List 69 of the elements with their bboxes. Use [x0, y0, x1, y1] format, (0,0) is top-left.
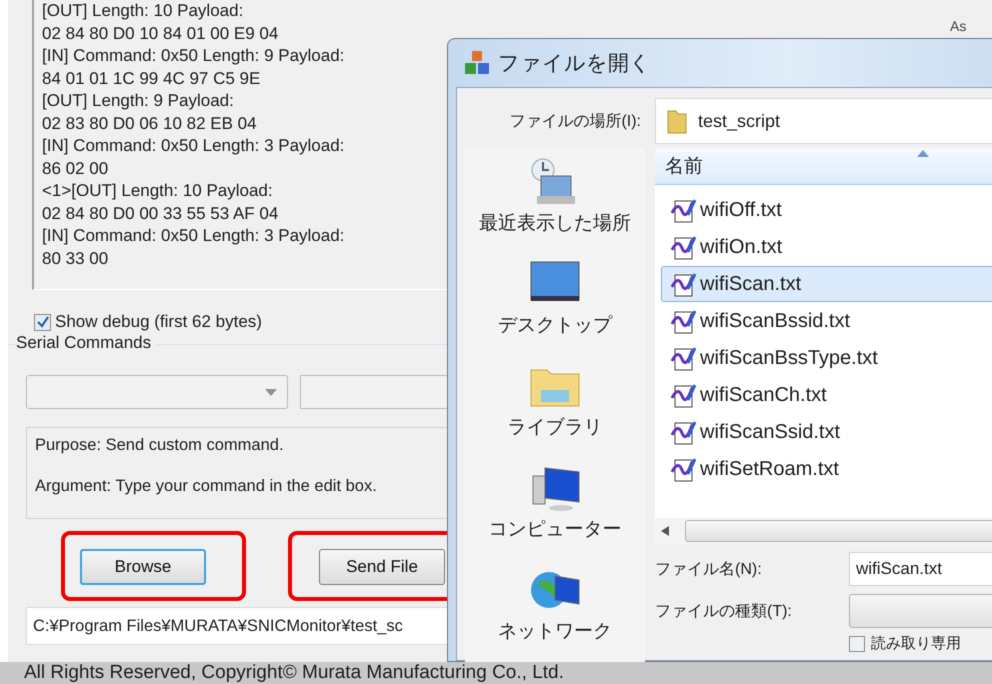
script-file-icon — [670, 271, 696, 297]
log-line: [OUT] Length: 9 Payload: — [42, 90, 235, 112]
file-row[interactable]: wifiOn.txt — [661, 229, 992, 265]
button[interactable]: Send File — [319, 549, 445, 585]
place-item[interactable]: デスクトップ — [498, 312, 612, 338]
script-file-icon — [670, 419, 696, 445]
script-file-icon — [670, 308, 696, 334]
sort-arrow-icon — [917, 150, 929, 157]
app-icon — [464, 50, 490, 76]
scroll-left-icon[interactable] — [661, 526, 669, 536]
script-file-icon — [670, 345, 696, 371]
log-line: 02 84 80 D0 10 84 01 00 E9 04 — [42, 22, 280, 44]
file-row[interactable]: wifiSetRoam.txt — [661, 451, 992, 487]
log-line: 80 33 00 — [42, 248, 110, 270]
file-row[interactable]: wifiScanSsid.txt — [661, 414, 992, 450]
window-label: As — [950, 18, 966, 34]
debug-checkbox[interactable] — [34, 314, 51, 330]
location-text: test_script — [698, 110, 780, 132]
file-name: wifiSetRoam.txt — [700, 458, 839, 480]
file-name: wifiScanBssType.txt — [700, 346, 878, 370]
script-file-icon — [670, 382, 696, 408]
log-line: [IN] Command: 0x50 Length: 3 Payload: — [42, 225, 346, 247]
place-item[interactable]: ネットワーク — [498, 618, 612, 644]
log-line: [IN] Command: 0x50 Length: 3 Payload: — [42, 135, 346, 157]
file-row[interactable]: wifiScanBssType.txt — [661, 340, 992, 376]
file-name: wifiScan.txt — [700, 272, 802, 296]
checkbox-label: 読み取り専用 — [871, 634, 961, 653]
command-dropdown[interactable] — [26, 375, 288, 409]
window-title: ファイルを開く — [498, 51, 651, 77]
file-name: wifiScanCh.txt — [700, 384, 827, 406]
place-item[interactable]: 最近表示した場所 — [479, 210, 631, 236]
description-text: Argument: Type your command in the edit box. — [35, 477, 378, 496]
readonly-checkbox[interactable] — [849, 636, 865, 652]
button[interactable]: Browse — [80, 549, 206, 585]
scrollbar-thumb[interactable] — [685, 520, 992, 542]
file-name: wifiOff.txt — [700, 198, 782, 222]
field-label: ファイル名(N): — [655, 560, 763, 580]
script-file-icon — [670, 234, 696, 260]
file-row[interactable]: wifiScanCh.txt — [661, 377, 992, 413]
file-name: wifiScanSsid.txt — [700, 420, 840, 444]
log-line: 02 83 80 D0 06 10 82 EB 04 — [42, 112, 258, 134]
place-item[interactable]: ライブラリ — [508, 414, 602, 440]
log-line: 84 01 01 1C 99 4C 97 C5 9E — [42, 68, 262, 90]
log-line: <1>[OUT] Length: 10 Payload: — [42, 180, 274, 202]
column-header[interactable]: 名前 — [655, 148, 992, 185]
folder-icon — [666, 108, 688, 134]
checkbox-label: Show debug (first 62 bytes) — [55, 312, 262, 332]
location-dropdown[interactable]: test_script — [655, 98, 992, 144]
place-item[interactable]: コンピューター — [488, 516, 622, 542]
log-line: 02 84 80 D0 00 33 55 53 AF 04 — [42, 202, 280, 224]
log-line: 86 02 00 — [42, 158, 110, 180]
field-label: ファイルの種類(T): — [655, 602, 793, 622]
column-title: 名前 — [665, 155, 703, 179]
file-name: wifiOn.txt — [700, 236, 782, 258]
log-line: [OUT] Length: 10 Payload: — [42, 0, 244, 22]
script-file-icon — [670, 456, 696, 482]
description-text: Purpose: Send custom command. — [35, 436, 285, 455]
filetype-dropdown[interactable] — [849, 594, 992, 628]
dropdown-caret-icon — [265, 388, 277, 396]
file-name: wifiScanBssid.txt — [700, 310, 850, 332]
script-file-icon — [670, 197, 696, 223]
file-row[interactable]: wifiScan.txt — [661, 266, 992, 302]
filename-field[interactable]: wifiScan.txt — [849, 552, 992, 586]
field-label: ファイルの場所(I): — [508, 112, 642, 132]
copyright-text: All Rights Reserved, Copyright© Murata Manufacturing Co., Ltd. — [0, 662, 992, 684]
check-icon — [36, 316, 48, 328]
file-row[interactable]: wifiOff.txt — [661, 192, 992, 228]
file-row[interactable]: wifiScanBssid.txt — [661, 303, 992, 339]
log-line: [IN] Command: 0x50 Length: 9 Payload: — [42, 45, 346, 67]
